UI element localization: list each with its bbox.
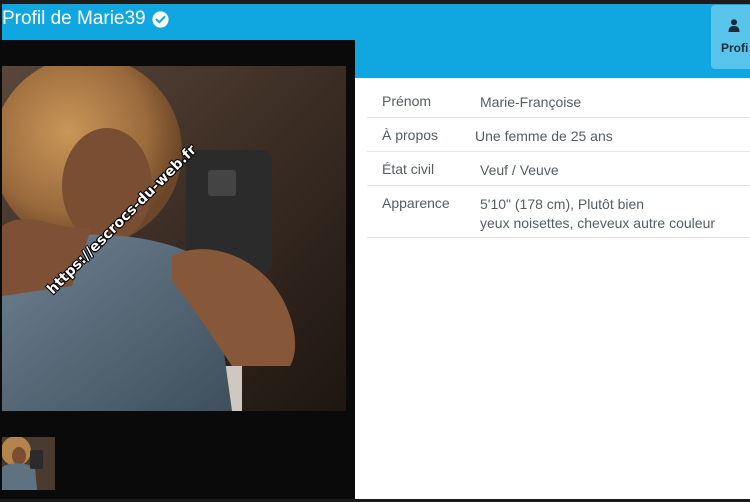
check-circle-icon — [152, 10, 169, 28]
detail-label: État civil — [382, 161, 435, 177]
page-title: Profil de Marie39 — [2, 8, 146, 29]
profile-details-table: Prénom Marie-Françoise À propos Une femm… — [367, 84, 750, 238]
detail-row-etat-civil: État civil Veuf / Veuve — [367, 152, 750, 186]
tab-profile[interactable]: Profi — [711, 5, 750, 69]
detail-value: Veuf / Veuve — [480, 162, 559, 178]
detail-value-line: 5'10" (178 cm), Plutôt bien — [480, 196, 645, 212]
detail-value: Marie-Françoise — [480, 94, 582, 110]
detail-row-apparence: Apparence 5'10" (178 cm), Plutôt bien ye… — [367, 186, 750, 238]
selfie-photo-image — [2, 66, 346, 411]
detail-value-line: yeux noisettes, cheveux autre couleur — [480, 215, 716, 231]
detail-label: À propos — [382, 127, 439, 143]
thumbnail-image — [2, 437, 55, 490]
main-profile-photo[interactable]: https://escrocs-du-web.fr — [2, 66, 346, 411]
user-icon — [728, 19, 740, 32]
detail-value: 5'10" (178 cm), Plutôt bien yeux noisett… — [480, 195, 715, 233]
detail-row-prenom: Prénom Marie-Françoise — [367, 84, 750, 118]
photo-thumbnail[interactable] — [2, 437, 55, 490]
detail-label: Prénom — [382, 93, 432, 109]
detail-label: Apparence — [382, 195, 450, 211]
profile-title-group: Profil de Marie39 — [2, 6, 169, 32]
tab-profile-label: Profi — [721, 41, 749, 55]
detail-value: Une femme de 25 ans — [475, 128, 613, 144]
detail-row-a-propos: À propos Une femme de 25 ans — [367, 118, 750, 152]
